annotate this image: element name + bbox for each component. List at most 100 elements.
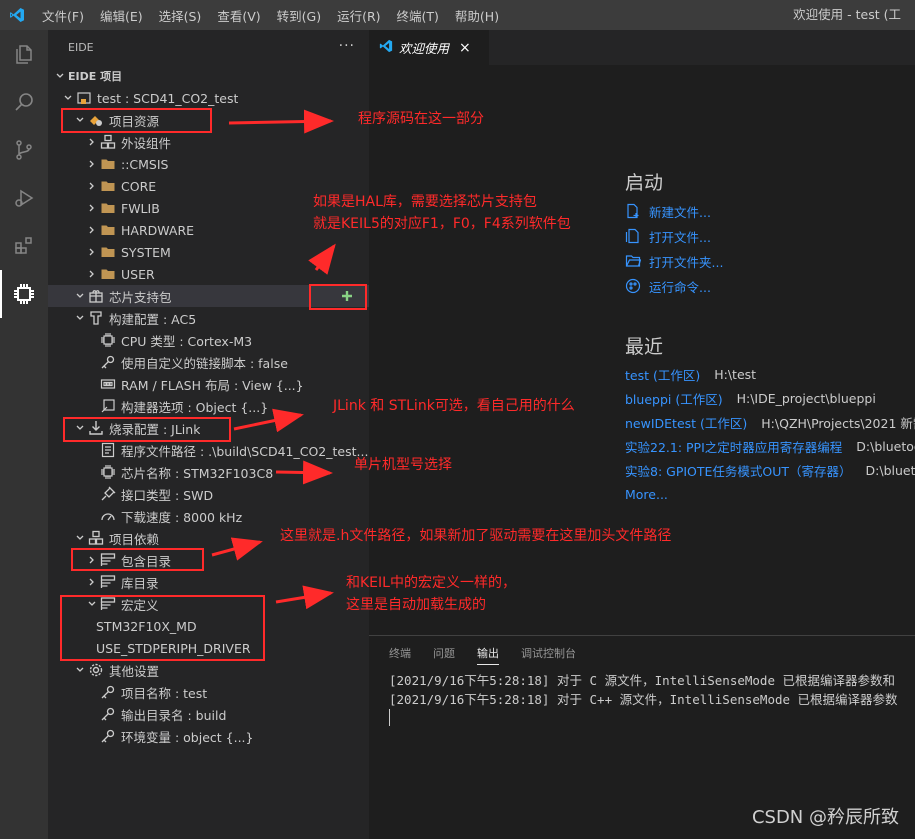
chevron-right-icon[interactable] <box>84 197 100 219</box>
more-recent-link[interactable]: More... <box>625 484 668 504</box>
tree-item[interactable]: test : SCD41_CO2_test <box>48 87 369 109</box>
tree-item[interactable]: 环境变量 : object {...} <box>48 725 369 747</box>
panel-tab[interactable]: 终端 <box>389 636 411 671</box>
eide-project-section[interactable]: EIDE 项目 <box>48 65 369 87</box>
chevron-right-icon[interactable] <box>84 131 100 153</box>
annotation-box-add-button <box>309 284 367 310</box>
chevron-down-icon[interactable] <box>72 285 88 307</box>
tree-item-label: 芯片名称 : STM32F103C8 <box>121 465 274 481</box>
recent-item-link[interactable]: blueppi (工作区) <box>625 389 723 408</box>
source-control-icon[interactable] <box>0 126 48 174</box>
folder-icon <box>100 266 116 282</box>
tab-label: 欢迎使用 <box>399 41 450 56</box>
window-title: 欢迎使用 - test (工 <box>793 7 901 22</box>
close-icon[interactable]: × <box>459 40 471 56</box>
tree-item[interactable]: CPU 类型 : Cortex-M3 <box>48 329 369 351</box>
chevron-right-icon[interactable] <box>84 241 100 263</box>
folder-icon <box>100 200 116 216</box>
tree-item[interactable]: 接口类型 : SWD <box>48 483 369 505</box>
chevron-down-icon[interactable] <box>60 87 76 109</box>
list-icon <box>100 574 116 590</box>
chevron-down-icon <box>52 71 68 81</box>
tree-item-label: 外设组件 <box>121 135 172 151</box>
menu-item[interactable]: 选择(S) <box>151 6 210 25</box>
menu-item[interactable]: 终端(T) <box>389 6 447 25</box>
tree-item[interactable]: USER <box>48 263 369 285</box>
chevron-right-icon[interactable] <box>84 571 100 593</box>
annotation-text: JLink 和 STLink可选，看自己用的什么 <box>333 398 575 414</box>
menu-item[interactable]: 文件(F) <box>34 6 92 25</box>
extensions-icon[interactable] <box>0 222 48 270</box>
menu-bar: 文件(F) 编辑(E) 选择(S) 查看(V) 转到(G) 运行(R) 终端(T) 帮助(H) <box>34 0 507 30</box>
eide-chip-icon[interactable] <box>0 270 48 318</box>
memory-icon <box>100 376 116 392</box>
tree-item[interactable]: SYSTEM <box>48 241 369 263</box>
tab-welcome[interactable]: 欢迎使用 × <box>369 30 489 65</box>
panel-tab[interactable]: 问题 <box>433 636 455 671</box>
chevron-right-icon[interactable] <box>84 153 100 175</box>
start-link[interactable]: 新建文件... <box>625 201 711 221</box>
menu-item[interactable]: 编辑(E) <box>92 6 151 25</box>
panel-tab[interactable]: 调试控制台 <box>521 636 576 671</box>
vscode-logo-icon <box>379 39 393 57</box>
tree-item-label: RAM / FLASH 布局 : View {...} <box>121 377 304 393</box>
recent-heading: 最近 <box>625 336 664 358</box>
tree-item[interactable]: 项目名称 : test <box>48 681 369 703</box>
folder-icon <box>100 222 116 238</box>
tree-item[interactable]: 构建器选项 : Object {...} <box>48 395 369 417</box>
annotation-text: 程序源码在这一部分 <box>358 111 484 127</box>
recent-item-link[interactable]: 实验8: GPIOTE任务模式OUT（寄存器） <box>625 461 852 480</box>
chevron-right-icon[interactable] <box>84 175 100 197</box>
tree-item[interactable]: 外设组件 <box>48 131 369 153</box>
component-icon <box>100 134 116 150</box>
start-link[interactable]: 打开文件... <box>625 226 711 246</box>
panel-tabs: 终端 问题 输出 调试控制台 <box>369 636 915 671</box>
chevron-down-icon[interactable] <box>72 527 88 549</box>
tree-item[interactable]: 程序文件路径 : .\build\SCD41_CO2_test... <box>48 439 369 461</box>
activity-bar <box>0 30 48 839</box>
tree-item[interactable]: 下载速度 : 8000 kHz <box>48 505 369 527</box>
recent-item-link[interactable]: test (工作区) <box>625 365 700 384</box>
tree-item[interactable]: 库目录 <box>48 571 369 593</box>
annotation-box-macros <box>60 595 265 661</box>
tree-item-label: 使用自定义的链接脚本 : false <box>121 355 288 371</box>
files-icon[interactable] <box>0 30 48 78</box>
tree-item[interactable]: 输出目录名 : build <box>48 703 369 725</box>
tree-item-label: 接口类型 : SWD <box>121 487 214 503</box>
tree-item[interactable]: 芯片名称 : STM32F103C8 <box>48 461 369 483</box>
run-debug-icon[interactable] <box>0 174 48 222</box>
tree-item-label: 项目依赖 <box>109 531 160 547</box>
start-link-label: 打开文件夹... <box>649 254 724 270</box>
chevron-right-icon[interactable] <box>84 263 100 285</box>
start-link[interactable]: 运行命令... <box>625 276 711 296</box>
more-actions-button[interactable]: ··· <box>339 38 355 54</box>
key-icon <box>100 354 116 370</box>
tree-item[interactable]: ::CMSIS <box>48 153 369 175</box>
package-icon <box>88 288 104 304</box>
folder-icon <box>100 178 116 194</box>
title-bar: 文件(F) 编辑(E) 选择(S) 查看(V) 转到(G) 运行(R) 终端(T) 帮助(H)… <box>0 0 915 30</box>
menu-item[interactable]: 查看(V) <box>209 6 268 25</box>
search-icon[interactable] <box>0 78 48 126</box>
tree-item-label: SYSTEM <box>121 244 171 260</box>
chevron-right-icon[interactable] <box>84 219 100 241</box>
dependency-icon <box>88 530 104 546</box>
tree-item[interactable]: RAM / FLASH 布局 : View {...} <box>48 373 369 395</box>
panel-tab[interactable]: 输出 <box>477 636 499 671</box>
recent-item-link[interactable]: 实验22.1: PPI之定时器应用寄存器编程 <box>625 437 842 456</box>
start-link[interactable]: 打开文件夹... <box>625 251 723 271</box>
open-folder-icon <box>625 253 641 269</box>
chevron-down-icon[interactable] <box>72 659 88 681</box>
welcome-page: 启动 新建文件... 打开文件... 打开文件夹... 运行命令... 最近 test… <box>369 65 915 635</box>
menu-item[interactable]: 转到(G) <box>269 6 329 25</box>
chevron-down-icon[interactable] <box>72 307 88 329</box>
tree-item[interactable]: 使用自定义的链接脚本 : false <box>48 351 369 373</box>
output-line: [2021/9/16下午5:28:18] 对于 C++ 源文件，IntelliS… <box>389 692 898 707</box>
menu-item[interactable]: 运行(R) <box>329 6 388 25</box>
tree-item-label: CPU 类型 : Cortex-M3 <box>121 333 253 349</box>
tree-item[interactable]: 其他设置 <box>48 659 369 681</box>
recent-item-link[interactable]: newIDEtest (工作区) <box>625 413 747 432</box>
tree-item[interactable]: 构建配置 : AC5 <box>48 307 369 329</box>
menu-item[interactable]: 帮助(H) <box>447 6 507 25</box>
